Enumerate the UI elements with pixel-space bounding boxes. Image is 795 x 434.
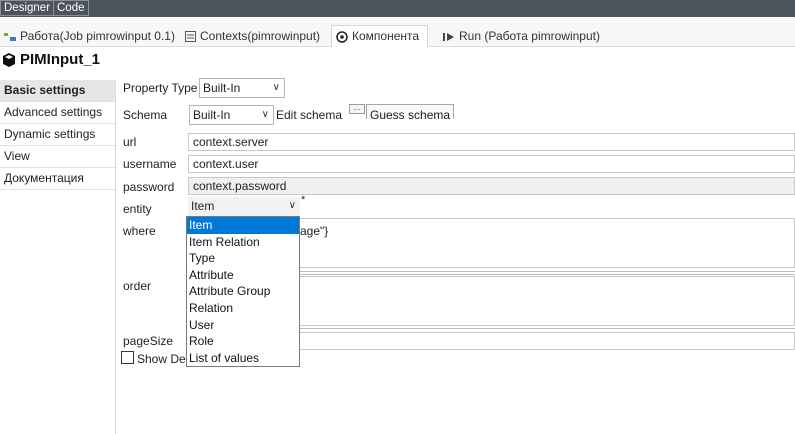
username-label: username (123, 157, 177, 171)
required-marker: * (301, 194, 306, 206)
where-value: age"} (300, 224, 329, 238)
dropdown-option-role[interactable]: Role (187, 333, 299, 350)
tab-job-label: Работа(Job pimrowinput 0.1) (20, 29, 175, 43)
dropdown-option-attribute-group[interactable]: Attribute Group (187, 283, 299, 300)
tab-run[interactable]: Run (Работа pimrowinput) (443, 26, 600, 46)
where-label: where (123, 224, 156, 238)
schema-value: Built-In (193, 108, 231, 122)
chevron-down-icon: ∨ (272, 82, 280, 93)
entity-select[interactable]: Item ∨ (188, 197, 300, 217)
tab-job[interactable]: Работа(Job pimrowinput 0.1) (4, 26, 175, 46)
page-title: PIMInput_1 (20, 51, 101, 68)
editor-tabs: Работа(Job pimrowinput 0.1) Contexts(pim… (0, 17, 795, 47)
run-icon (443, 32, 454, 41)
dropdown-option-type[interactable]: Type (187, 250, 299, 267)
dropdown-option-attribute[interactable]: Attribute (187, 267, 299, 284)
property-type-select[interactable]: Built-In ∨ (199, 78, 285, 98)
schema-label: Schema (123, 108, 168, 122)
property-type-value: Built-In (203, 81, 241, 95)
dropdown-option-list-of-values[interactable]: List of values (187, 350, 299, 367)
entity-value: Item (191, 199, 215, 213)
chevron-down-icon: ∨ (288, 200, 296, 211)
guess-schema-button[interactable]: Guess schema (366, 104, 455, 119)
url-label: url (123, 135, 137, 149)
show-debug-label: Show Deb (137, 352, 193, 366)
show-debug-checkbox[interactable] (121, 351, 134, 364)
code-tab[interactable]: Code (53, 0, 89, 16)
tab-contexts[interactable]: Contexts(pimrowinput) (185, 26, 320, 46)
tab-run-label: Run (Работа pimrowinput) (459, 29, 600, 43)
entity-label: entity (123, 202, 152, 216)
component-cube-icon (3, 53, 15, 67)
password-label: password (123, 180, 175, 194)
edit-schema-button[interactable]: ... (349, 104, 365, 114)
tab-component[interactable]: Компонента (331, 25, 429, 47)
entity-dropdown-list: Item Item Relation Type Attribute Attrib… (186, 216, 300, 367)
settings-sidebar: Basic settings Advanced settings Dynamic… (0, 80, 116, 434)
schema-select[interactable]: Built-In ∨ (189, 105, 274, 125)
sidebar-item-view[interactable]: View (0, 146, 115, 168)
sidebar-item-dynamic-settings[interactable]: Dynamic settings (0, 124, 115, 146)
sidebar-item-advanced-settings[interactable]: Advanced settings (0, 102, 115, 124)
sidebar-item-documentation[interactable]: Документация (0, 168, 115, 190)
job-icon (4, 32, 16, 41)
password-input[interactable]: context.password (188, 177, 795, 195)
url-input[interactable]: context.server (188, 133, 795, 151)
top-toolbar: Designer Code (0, 0, 795, 17)
property-type-label: Property Type (123, 81, 198, 95)
designer-tab[interactable]: Designer (0, 0, 55, 16)
dropdown-option-user[interactable]: User (187, 317, 299, 334)
dropdown-option-item-relation[interactable]: Item Relation (187, 234, 299, 251)
sidebar-item-basic-settings[interactable]: Basic settings (0, 80, 115, 102)
order-label: order (123, 279, 152, 293)
edit-schema-label: Edit schema (276, 108, 343, 122)
chevron-down-icon: ∨ (261, 109, 269, 120)
username-input[interactable]: context.user (188, 155, 795, 173)
contexts-icon (185, 31, 196, 43)
dropdown-option-item[interactable]: Item (187, 217, 299, 234)
component-header: PIMInput_1 (0, 48, 795, 72)
tab-component-label: Компонента (352, 29, 420, 43)
pagesize-label: pageSize (123, 334, 174, 348)
dropdown-option-relation[interactable]: Relation (187, 300, 299, 317)
component-icon (336, 31, 348, 43)
tab-contexts-label: Contexts(pimrowinput) (200, 29, 321, 43)
